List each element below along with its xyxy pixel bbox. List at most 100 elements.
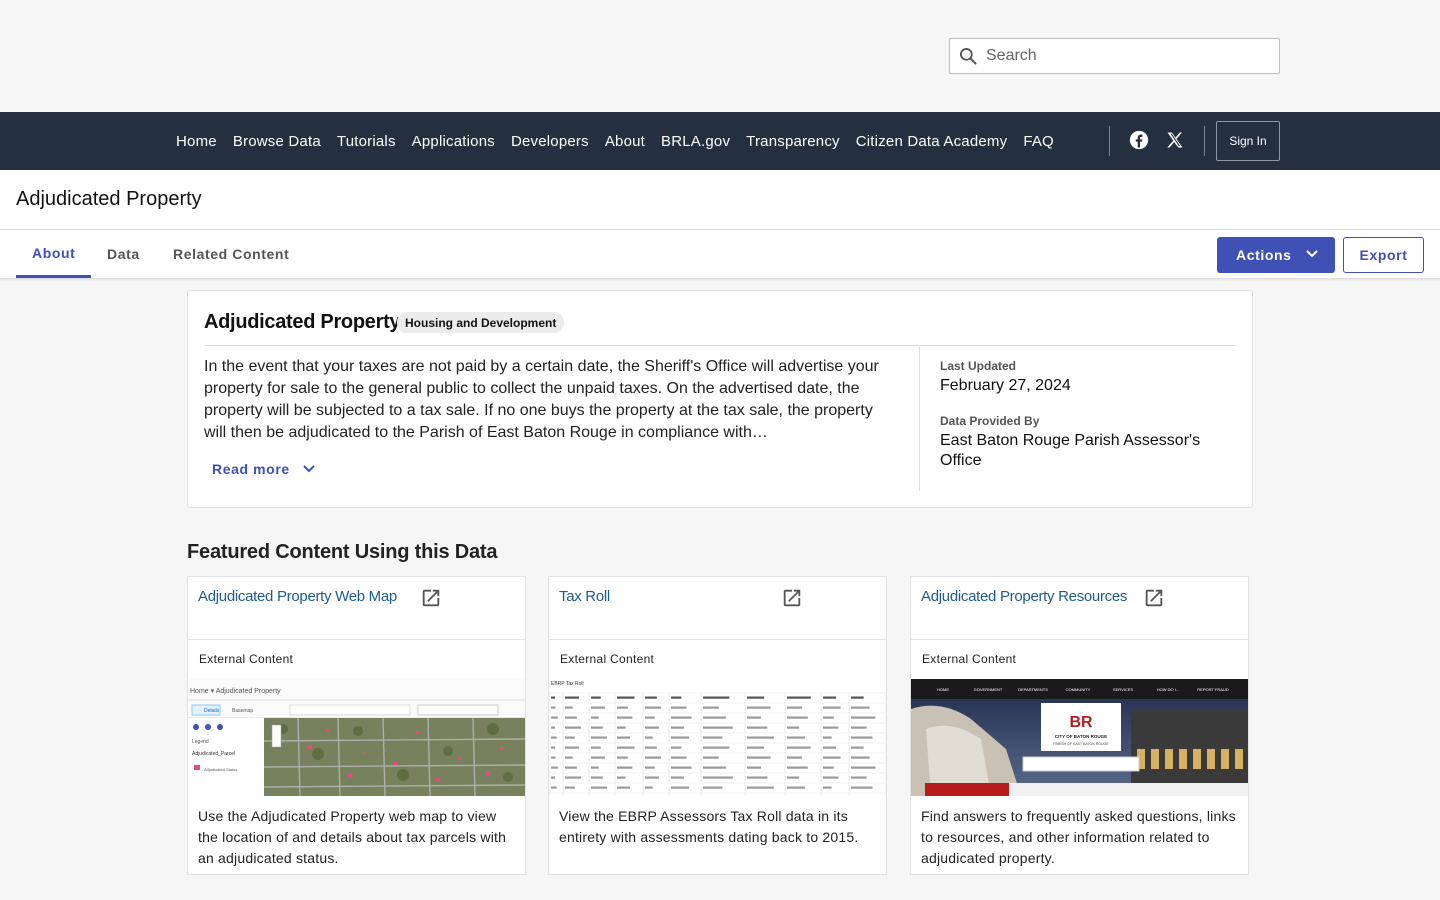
nav-tutorials[interactable]: Tutorials (329, 133, 404, 150)
thumb-layer-sub: Adjudicated Status (204, 767, 237, 772)
thumb-cell-text (787, 696, 811, 699)
thumb-cell-text (851, 726, 867, 729)
thumb-cell-text (671, 776, 684, 779)
search-icon (960, 48, 977, 65)
nav-transparency[interactable]: Transparency (738, 133, 848, 150)
open-external-icon[interactable] (1143, 587, 1165, 609)
thumb-cell-text (703, 726, 733, 729)
thumb-breadcrumb: Home ▾ Adjudicated Property (190, 688, 281, 695)
facebook-icon[interactable] (1129, 130, 1149, 150)
web-map-thumbnail[interactable]: Home ▾ Adjudicated Property Details Base… (188, 679, 525, 796)
thumb-cell-text (787, 706, 803, 709)
provided-by-value: East Baton Rouge Parish Assessor's Offic… (940, 432, 1201, 469)
thumb-cell-text (551, 776, 555, 779)
last-updated-value: February 27, 2024 (940, 377, 1071, 394)
dataset-title: Adjudicated Property (204, 311, 401, 333)
thumb-cell-text (617, 706, 628, 709)
featured-heading: Featured Content Using this Data (187, 541, 498, 563)
tabs-bar: About Data Related Content Actions Expor… (0, 230, 1440, 279)
tax-roll-thumbnail[interactable]: EBRP Tax Roll (549, 679, 886, 796)
export-button[interactable]: Export (1343, 237, 1424, 273)
thumb-cell-text (591, 716, 599, 719)
thumb-cell-text (787, 746, 811, 749)
card-title[interactable]: Adjudicated Property Resources (921, 586, 1151, 608)
thumb-cell-text (591, 696, 601, 699)
nav-about[interactable]: About (597, 133, 653, 150)
open-external-icon[interactable] (420, 587, 442, 609)
card-title[interactable]: Tax Roll (559, 586, 789, 608)
nav-divider (1204, 126, 1205, 156)
thumb-cell-text (851, 766, 876, 769)
search-box[interactable] (949, 38, 1280, 74)
nav-browse-data[interactable]: Browse Data (225, 133, 329, 150)
divider (188, 639, 525, 640)
tab-about[interactable]: About (16, 230, 92, 278)
read-more-button[interactable]: Read more (212, 461, 316, 477)
thumb-cell-text (617, 746, 635, 749)
resources-thumbnail[interactable]: BR CITY OF BATON ROUGE PARISH OF EAST BA… (911, 679, 1248, 796)
thumb-cell-text (747, 726, 768, 729)
thumb-cell-text (851, 746, 864, 749)
thumb-br-logo: BR (1069, 714, 1093, 731)
thumb-cell-text (645, 756, 662, 759)
category-badge[interactable]: Housing and Development (397, 312, 565, 333)
card-description: Find answers to frequently asked questio… (921, 808, 1236, 866)
actions-button[interactable]: Actions (1217, 237, 1335, 273)
thumb-cell-text (591, 766, 599, 769)
thumb-cell-text (671, 786, 690, 789)
chevron-down-icon (303, 465, 315, 473)
thumb-cell-text (645, 786, 653, 789)
last-updated-label: Last Updated (940, 359, 1017, 373)
thumb-cell-text (645, 736, 653, 739)
nav-citizen-data-academy[interactable]: Citizen Data Academy (848, 133, 1016, 150)
thumb-cell-text (671, 716, 692, 719)
open-external-icon[interactable] (781, 587, 803, 609)
thumb-taxroll-title: EBRP Tax Roll (551, 681, 584, 687)
thumb-cell-text (747, 756, 771, 759)
thumb-cell-text (703, 746, 730, 749)
nav-home[interactable]: Home (168, 133, 225, 150)
thumb-layer: Adjudicated_Parcel (192, 751, 235, 757)
nav-applications[interactable]: Applications (404, 133, 503, 150)
thumb-cell-text (823, 776, 839, 779)
thumb-cell-text (551, 766, 558, 769)
thumb-cell-text (787, 766, 808, 769)
featured-card-tax-roll[interactable]: Tax Roll External Content EBRP Tax Roll … (548, 576, 887, 875)
thumb-cell-text (747, 786, 774, 789)
card-title[interactable]: Adjudicated Property Web Map (198, 586, 428, 608)
nav-developers[interactable]: Developers (503, 133, 597, 150)
search-input[interactable] (986, 47, 1256, 65)
thumb-cell-text (551, 706, 556, 709)
thumb-cell-text (551, 716, 558, 719)
thumb-cell-text (617, 716, 633, 719)
thumb-cell-text (787, 716, 808, 719)
x-twitter-icon[interactable] (1165, 130, 1185, 150)
thumb-cell-text (565, 786, 575, 789)
thumb-cell-text (823, 786, 832, 789)
thumb-cell-text (591, 746, 601, 749)
thumb-cell-text (747, 706, 771, 709)
featured-card-resources[interactable]: Adjudicated Property Resources External … (910, 576, 1249, 875)
thumb-cell-text (787, 736, 805, 739)
featured-card-web-map[interactable]: Adjudicated Property Web Map External Co… (187, 576, 526, 875)
thumb-cell-text (747, 736, 774, 739)
nav-brla-gov[interactable]: BRLA.gov (653, 133, 738, 150)
thumb-br-parish: PARISH OF EAST BATON ROUGE (1053, 742, 1109, 746)
thumb-tab: Basemap (232, 708, 253, 714)
thumb-br-city: CITY OF BATON ROUGE (1055, 734, 1107, 739)
thumb-cell-text (565, 776, 582, 779)
thumb-cell-text (703, 766, 726, 769)
thumb-cell-text (617, 776, 626, 779)
thumb-cell-text (747, 746, 765, 749)
thumb-cell-text (703, 716, 726, 719)
sign-in-button[interactable]: Sign In (1216, 121, 1280, 161)
thumb-cell-text (851, 786, 873, 789)
thumb-cell-text (851, 736, 873, 739)
thumb-br-nav-item: HOME (937, 687, 949, 692)
read-more-label: Read more (212, 461, 290, 477)
tab-related-content[interactable]: Related Content (173, 230, 289, 278)
top-header (0, 0, 1440, 112)
tab-data[interactable]: Data (107, 230, 140, 278)
page-title: Adjudicated Property (16, 188, 202, 210)
nav-faq[interactable]: FAQ (1015, 133, 1062, 150)
